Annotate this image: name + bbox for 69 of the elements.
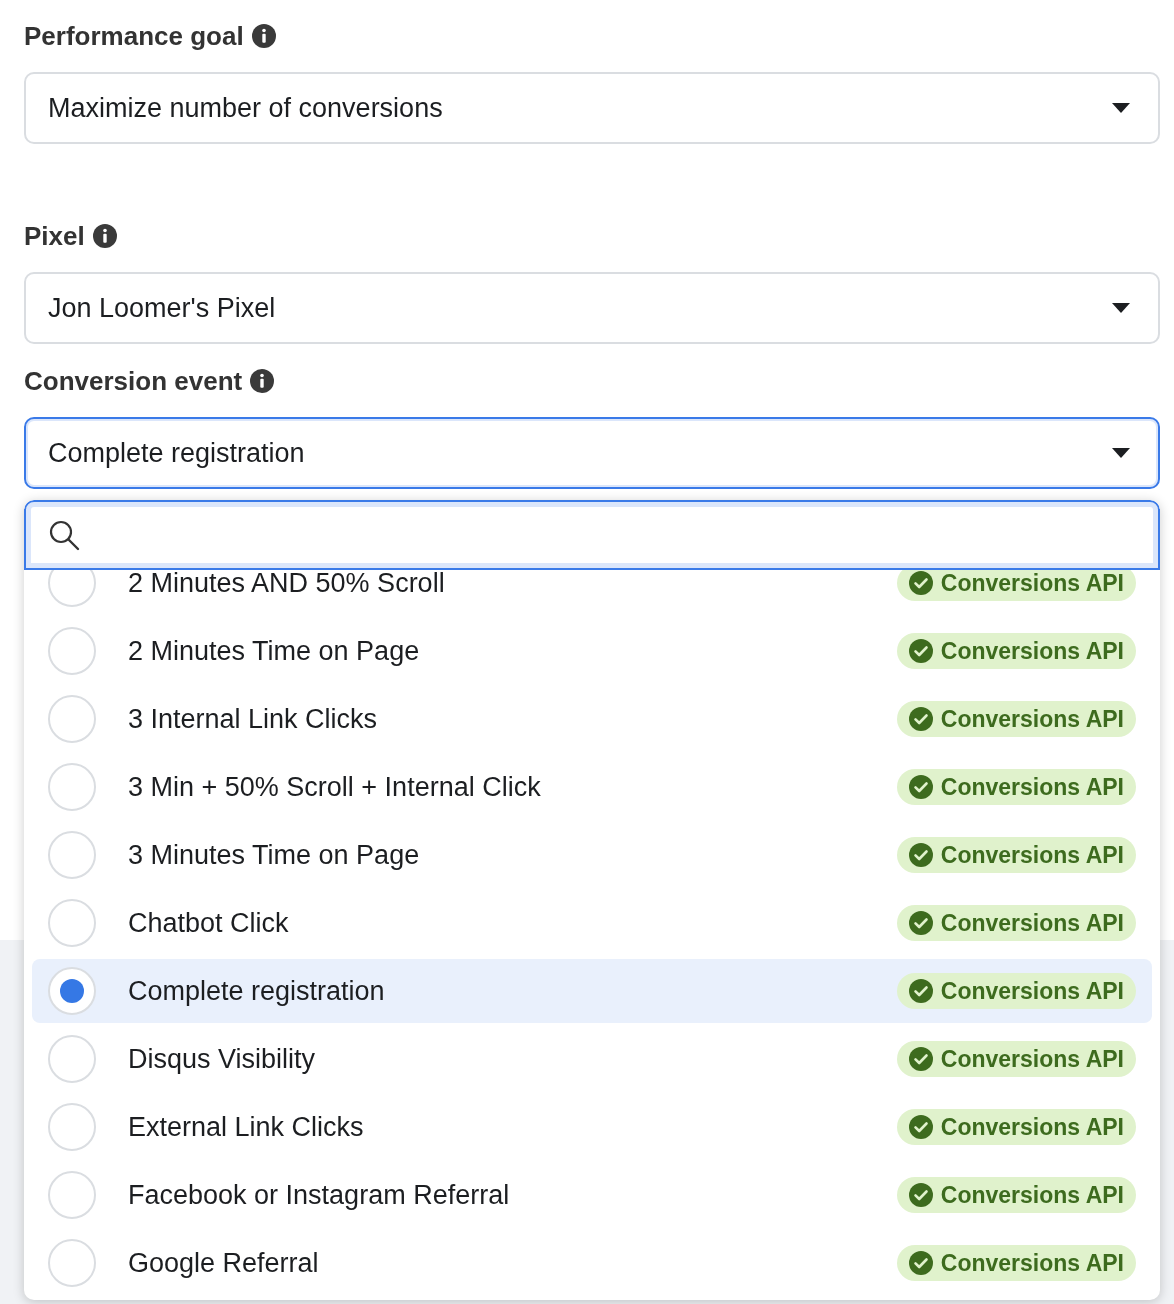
radio-button[interactable] [48,1171,96,1219]
radio-button[interactable] [48,899,96,947]
radio-button[interactable] [48,763,96,811]
event-option[interactable]: Complete registration Conversions API [32,959,1152,1023]
option-label: 2 Minutes Time on Page [128,635,421,667]
field-label: Conversion event [24,365,243,397]
event-option[interactable]: 3 Min + 50% Scroll + Internal Click Conversions API [32,755,1152,819]
check-circle-icon [908,843,933,867]
caret-icon [1112,303,1130,313]
event-option[interactable]: 3 Minutes Time on Page Conversions API [32,823,1152,887]
option-label: 3 Minutes Time on Page [128,839,421,871]
event-option[interactable]: External Link Clicks Conversions API [32,1095,1152,1159]
info-icon[interactable] [92,224,117,248]
radio-button[interactable] [48,1103,96,1151]
check-circle-icon [908,911,933,935]
status-badge: Conversions API [896,1109,1136,1145]
dropdown-field[interactable]: Maximize number of conversions [24,72,1160,144]
option-label: Disqus Visibility [128,1043,317,1075]
search-icon [48,519,80,551]
caret-icon [1112,103,1130,113]
radio-button[interactable] [48,627,96,675]
status-badge: Conversions API [896,769,1136,805]
event-option[interactable]: 3 Internal Link Clicks Conversions API [32,687,1152,751]
option-label: 2 Minutes AND 50% Scroll [128,570,446,599]
check-circle-icon [908,1183,933,1207]
check-circle-icon [908,639,933,663]
status-badge: Conversions API [896,633,1136,669]
status-badge: Conversions API [896,701,1136,737]
status-badge: Conversions API [896,973,1136,1009]
check-circle-icon [908,571,933,595]
option-label: Complete registration [128,975,386,1007]
info-icon[interactable] [250,369,275,393]
event-option[interactable]: Disqus Visibility Conversions API [32,1027,1152,1091]
dropdown-field[interactable]: Jon Loomer's Pixel [24,272,1160,344]
field-label: Performance goal [24,20,244,52]
check-circle-icon [908,979,933,1003]
status-badge: Conversions API [896,1041,1136,1077]
status-badge: Conversions API [896,905,1136,941]
status-badge: Conversions API [896,570,1136,601]
status-badge: Conversions API [896,1245,1136,1281]
radio-button[interactable] [48,1239,96,1287]
option-label: External Link Clicks [128,1111,365,1143]
event-option[interactable]: 2 Minutes Time on Page Conversions API [32,619,1152,683]
dropdown-field[interactable]: Complete registration [24,417,1160,489]
status-badge: Conversions API [896,837,1136,873]
event-option[interactable]: Chatbot Click Conversions API [32,891,1152,955]
event-option[interactable]: 2 Minutes AND 50% Scroll Conversions API [32,570,1152,615]
option-label: Chatbot Click [128,907,290,939]
radio-button[interactable] [48,570,96,607]
status-badge: Conversions API [896,1177,1136,1213]
radio-button[interactable] [48,695,96,743]
option-label: Google Referral [128,1247,320,1279]
caret-icon [1112,448,1130,458]
check-circle-icon [908,707,933,731]
option-label: 3 Internal Link Clicks [128,703,379,735]
radio-button[interactable] [48,831,96,879]
option-label: Facebook or Instagram Referral [128,1179,511,1211]
search-field[interactable] [24,500,1160,570]
check-circle-icon [908,1251,933,1275]
event-option[interactable]: Facebook or Instagram Referral Conversions API [32,1163,1152,1227]
check-circle-icon [908,1115,933,1139]
info-icon[interactable] [251,24,276,48]
event-option[interactable]: Google Referral Conversions API [32,1231,1152,1295]
check-circle-icon [908,775,933,799]
radio-button[interactable] [48,1035,96,1083]
option-label: 3 Min + 50% Scroll + Internal Click [128,771,542,803]
radio-button[interactable] [48,967,96,1015]
check-circle-icon [908,1047,933,1071]
field-label: Pixel [24,220,85,252]
